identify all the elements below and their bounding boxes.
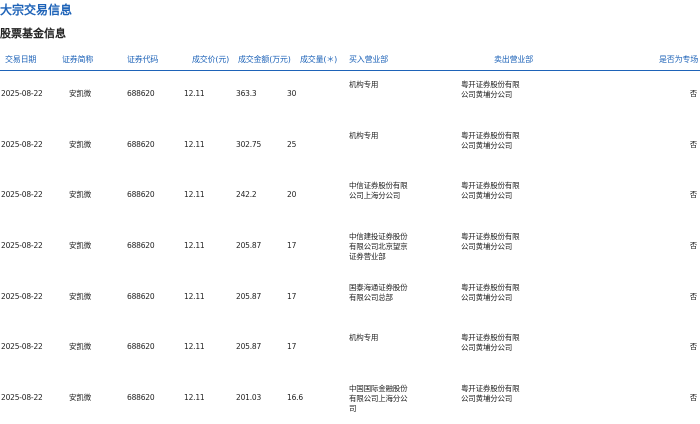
cell-volume: 30	[287, 89, 297, 98]
cell-seller: 粤开证券股份有限公司黄埔分公司	[461, 232, 520, 252]
cell-security-name: 安凯微	[69, 139, 91, 149]
cell-special-flag: 否	[689, 393, 698, 403]
cell-special-flag: 否	[689, 139, 698, 149]
header-buyer[interactable]: 买入营业部	[349, 54, 388, 65]
cell-amount: 302.75	[236, 139, 262, 149]
cell-amount: 205.87	[236, 241, 262, 251]
cell-trade-date: 2025-08-22	[1, 241, 43, 251]
cell-buyer: 中信建投证券股份有限公司北京望京证券营业部	[349, 232, 408, 262]
cell-trade-date: 2025-08-22	[1, 190, 43, 200]
table-body: 2025-08-22 安凯微 688620 12.11 363.3 30 机构专…	[0, 71, 700, 424]
cell-amount: 205.87	[236, 342, 262, 352]
block-trade-table: 交易日期 证券简称 证券代码 成交价(元) 成交金额(万元) 成交量(＊) 买入…	[0, 50, 700, 424]
cell-buyer: 机构专用	[349, 130, 379, 140]
page-title: 大宗交易信息	[0, 3, 73, 17]
cell-amount: 242.2	[236, 190, 257, 200]
cell-security-code: 688620	[127, 89, 155, 98]
section-title: 股票基金信息	[0, 27, 66, 40]
cell-volume: 16.6	[287, 393, 303, 403]
cell-security-code: 688620	[127, 139, 155, 149]
cell-security-code: 688620	[127, 291, 155, 301]
table-row: 2025-08-22 安凯微 688620 12.11 205.87 17 国泰…	[0, 274, 700, 325]
table-row: 2025-08-22 安凯微 688620 12.11 205.87 17 机构…	[0, 324, 700, 375]
cell-seller: 粤开证券股份有限公司黄埔分公司	[461, 181, 520, 201]
cell-trade-date: 2025-08-22	[1, 139, 43, 149]
cell-trade-date: 2025-08-22	[1, 342, 43, 352]
table-row: 2025-08-22 安凯微 688620 12.11 201.03 16.6 …	[0, 375, 700, 424]
header-trade-date[interactable]: 交易日期	[5, 54, 36, 65]
cell-special-flag: 否	[689, 190, 698, 200]
page: 大宗交易信息 股票基金信息 交易日期 证券简称 证券代码 成交价(元) 成交金额…	[0, 0, 700, 424]
table-row: 2025-08-22 安凯微 688620 12.11 242.2 20 中信证…	[0, 172, 700, 223]
cell-trade-date: 2025-08-22	[1, 291, 43, 301]
cell-buyer: 中国国际金融股份有限公司上海分公司	[349, 384, 408, 414]
table-row: 2025-08-22 安凯微 688620 12.11 302.75 25 机构…	[0, 122, 700, 173]
cell-price: 12.11	[184, 291, 205, 301]
cell-trade-date: 2025-08-22	[1, 89, 43, 98]
cell-price: 12.11	[184, 393, 205, 403]
cell-buyer: 机构专用	[349, 333, 379, 343]
cell-price: 12.11	[184, 139, 205, 149]
cell-trade-date: 2025-08-22	[1, 393, 43, 403]
cell-volume: 17	[287, 241, 297, 251]
cell-security-name: 安凯微	[69, 342, 91, 352]
cell-volume: 17	[287, 342, 297, 352]
cell-special-flag: 否	[689, 89, 698, 98]
cell-price: 12.11	[184, 190, 205, 200]
cell-buyer: 机构专用	[349, 80, 379, 89]
header-price[interactable]: 成交价(元)	[192, 54, 229, 65]
cell-security-code: 688620	[127, 190, 155, 200]
table-header-row: 交易日期 证券简称 证券代码 成交价(元) 成交金额(万元) 成交量(＊) 买入…	[0, 50, 700, 71]
cell-buyer: 国泰海通证券股份有限公司总部	[349, 282, 408, 302]
cell-price: 12.11	[184, 342, 205, 352]
header-volume[interactable]: 成交量(＊)	[300, 54, 337, 65]
cell-security-code: 688620	[127, 241, 155, 251]
cell-price: 12.11	[184, 89, 205, 98]
cell-volume: 20	[287, 190, 297, 200]
header-security-name[interactable]: 证券简称	[62, 54, 93, 65]
cell-volume: 25	[287, 139, 297, 149]
cell-special-flag: 否	[689, 342, 698, 352]
cell-amount: 201.03	[236, 393, 262, 403]
cell-volume: 17	[287, 291, 297, 301]
cell-security-code: 688620	[127, 393, 155, 403]
cell-seller: 粤开证券股份有限公司黄埔分公司	[461, 282, 520, 302]
header-special-flag[interactable]: 是否为专场	[659, 54, 698, 65]
cell-seller: 粤开证券股份有限公司黄埔分公司	[461, 130, 520, 150]
cell-security-code: 688620	[127, 342, 155, 352]
cell-security-name: 安凯微	[69, 89, 91, 98]
cell-seller: 粤开证券股份有限公司黄埔分公司	[461, 333, 520, 353]
cell-special-flag: 否	[689, 291, 698, 301]
cell-amount: 205.87	[236, 291, 262, 301]
table-row: 2025-08-22 安凯微 688620 12.11 205.87 17 中信…	[0, 223, 700, 274]
cell-amount: 363.3	[236, 89, 257, 98]
header-amount[interactable]: 成交金额(万元)	[238, 54, 291, 65]
header-seller[interactable]: 卖出营业部	[494, 54, 533, 65]
cell-special-flag: 否	[689, 241, 698, 251]
cell-security-name: 安凯微	[69, 291, 91, 301]
cell-security-name: 安凯微	[69, 241, 91, 251]
cell-security-name: 安凯微	[69, 393, 91, 403]
table-row: 2025-08-22 安凯微 688620 12.11 363.3 30 机构专…	[0, 71, 700, 122]
cell-seller: 粤开证券股份有限公司黄埔分公司	[461, 384, 520, 404]
cell-price: 12.11	[184, 241, 205, 251]
cell-seller: 粤开证券股份有限公司黄埔分公司	[461, 80, 520, 99]
header-security-code[interactable]: 证券代码	[127, 54, 158, 65]
cell-security-name: 安凯微	[69, 190, 91, 200]
cell-buyer: 中信证券股份有限公司上海分公司	[349, 181, 408, 201]
